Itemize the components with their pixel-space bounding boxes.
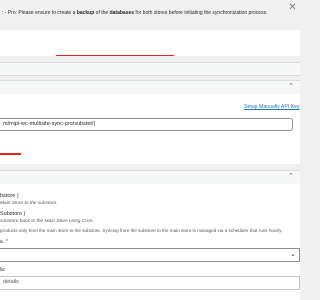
sync-option-2-desc: substore back to the Main Store using Cr…: [0, 219, 94, 224]
backup-notice: [0, 30, 300, 57]
field-1-label: s. *: [0, 239, 8, 246]
notice-mid: of the: [94, 10, 110, 16]
chevron-down-icon[interactable]: ⌄: [288, 250, 298, 260]
field-1-select[interactable]: [0, 248, 300, 262]
field-2-input[interactable]: [0, 276, 300, 290]
sync-option-1-desc: Main Store to the substore.: [0, 201, 58, 206]
backup-notice-text: : - Pro: Please ensure to create a backu…: [2, 10, 267, 17]
url-highlight-underline: [0, 153, 21, 155]
connection-panel-header[interactable]: [0, 80, 300, 95]
section-header-bar: [0, 62, 300, 76]
field-2-label: ls:: [0, 267, 6, 273]
notice-suffix: for both stores before initiating the sy…: [134, 10, 268, 16]
chevron-up-icon[interactable]: ⌃: [286, 82, 296, 91]
substore-url-value: m/mipl-wc-multisite-sync-pro/substet/): [3, 121, 96, 127]
sync-info-text: products only from the main store to the…: [0, 228, 283, 233]
chevron-up-icon[interactable]: ⌃: [286, 172, 296, 182]
required-marker: *: [5, 239, 8, 245]
close-icon[interactable]: ✕: [287, 2, 298, 13]
sync-option-2-title[interactable]: Substore ): [0, 211, 25, 218]
notice-prefix: : - Pro: Please ensure to create a: [2, 10, 77, 16]
notice-backup: backup: [76, 10, 95, 16]
notice-databases: databases: [109, 10, 135, 16]
field-2-value: details: [3, 279, 19, 285]
setup-manually-link[interactable]: Setup Manually API Key: [244, 104, 300, 111]
sync-option-1-title[interactable]: bstore ): [0, 193, 19, 200]
